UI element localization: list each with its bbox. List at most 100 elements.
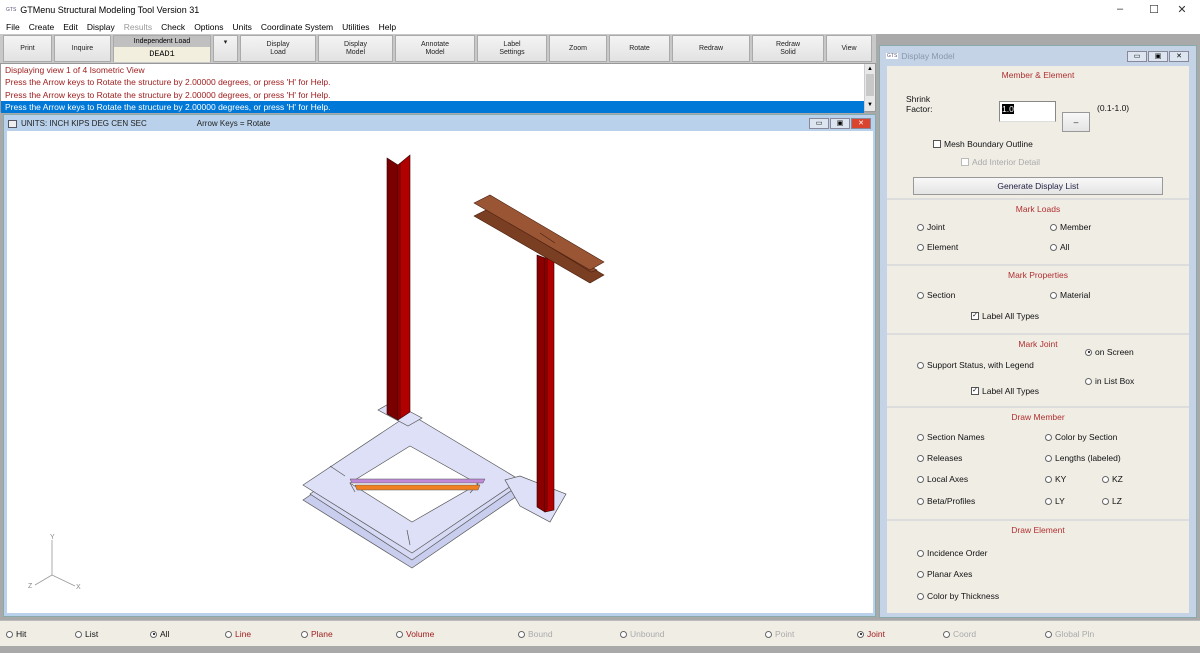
incidence-order-radio[interactable]: Incidence Order [917, 548, 987, 558]
close-icon[interactable]: ✕ [851, 118, 871, 129]
generate-display-list-button[interactable]: Generate Display List [913, 177, 1163, 195]
mode-global-pln-radio[interactable]: Global Pln [1045, 629, 1094, 639]
mode-line-radio[interactable]: Line [225, 629, 251, 639]
message-line[interactable]: Displaying view 1 of 4 Isometric View [1, 64, 875, 76]
scroll-thumb[interactable] [866, 74, 874, 96]
message-line-selected[interactable]: Press the Arrow keys to Rotate the struc… [1, 100, 864, 114]
menu-check[interactable]: Check [161, 22, 185, 32]
beta-profiles-radio[interactable]: Beta/Profiles [917, 496, 975, 506]
maximize-icon[interactable]: ☐ [1144, 3, 1164, 16]
display-model-button[interactable]: Display Model [318, 35, 393, 62]
selection-mode-bar: Hit List All Line Plane Volume Bound Unbound Poi… [0, 620, 1200, 646]
minimize-icon[interactable]: – [1110, 3, 1130, 15]
redraw-button[interactable]: Redraw [672, 35, 750, 62]
print-button[interactable]: Print [3, 35, 52, 62]
mode-unbound-radio[interactable]: Unbound [620, 629, 665, 639]
message-line[interactable]: Press the Arrow keys to Rotate the struc… [1, 89, 875, 101]
scroll-up-icon[interactable]: ▲ [865, 64, 875, 74]
color-by-thickness-radio[interactable]: Color by Thickness [917, 591, 999, 601]
frame-plate-right-column [504, 475, 567, 523]
menu-display[interactable]: Display [87, 22, 115, 32]
mark-loads-member-radio[interactable]: Member [1050, 222, 1091, 232]
mode-hit-radio[interactable]: Hit [6, 629, 26, 639]
color-by-section-radio[interactable]: Color by Section [1045, 432, 1117, 442]
option-label: Label All Types [982, 386, 1040, 396]
local-axes-radio[interactable]: Local Axes [917, 474, 968, 484]
mark-properties-label-all-checkbox[interactable]: ✓ Label All Types [971, 311, 1039, 321]
mode-coord-radio[interactable]: Coord [943, 629, 976, 639]
menu-options[interactable]: Options [194, 22, 223, 32]
mark-properties-section-radio[interactable]: Section [917, 290, 955, 300]
menu-edit[interactable]: Edit [63, 22, 78, 32]
radio-icon [917, 361, 924, 369]
releases-radio[interactable]: Releases [917, 453, 962, 463]
kz-radio[interactable]: KZ [1102, 474, 1123, 484]
inquire-button[interactable]: Inquire [54, 35, 111, 62]
scroll-down-icon[interactable]: ▼ [865, 100, 875, 110]
rotate-button[interactable]: Rotate [609, 35, 670, 62]
zoom-button[interactable]: Zoom [549, 35, 607, 62]
menu-create[interactable]: Create [29, 22, 55, 32]
mark-joint-on-screen-radio[interactable]: on Screen [1085, 347, 1134, 357]
mode-list-radio[interactable]: List [75, 629, 98, 639]
minimize-icon[interactable]: ▭ [1127, 51, 1147, 62]
radio-icon [301, 630, 308, 638]
planar-axes-radio[interactable]: Planar Axes [917, 569, 972, 579]
ky-radio[interactable]: KY [1045, 474, 1066, 484]
mark-joint-list-box-radio[interactable]: in List Box [1085, 376, 1134, 386]
label-settings-button[interactable]: Label Settings [477, 35, 547, 62]
independent-load-select[interactable]: Independent Load DEAD1 [113, 35, 211, 62]
toolbar: Print Inquire Independent Load DEAD1 ▾ D… [0, 34, 876, 63]
message-list[interactable]: Displaying view 1 of 4 Isometric View Pr… [0, 63, 876, 114]
mark-joint-support-radio[interactable]: Support Status, with Legend [917, 360, 1034, 370]
option-label: Section [927, 290, 956, 300]
section-names-radio[interactable]: Section Names [917, 432, 985, 442]
mode-bound-radio[interactable]: Bound [518, 629, 553, 639]
mark-loads-element-radio[interactable]: Element [917, 242, 958, 252]
restore-icon[interactable]: ▣ [830, 118, 850, 129]
redraw-solid-button[interactable]: Redraw Solid [752, 35, 824, 62]
mode-volume-radio[interactable]: Volume [396, 629, 434, 639]
display-model-panel: GTS Display Model ▭ ▣ ✕ Member & Element… [879, 45, 1197, 618]
mark-loads-joint-radio[interactable]: Joint [917, 222, 945, 232]
menu-coordinate-system[interactable]: Coordinate System [261, 22, 333, 32]
restore-icon[interactable]: ▣ [1148, 51, 1168, 62]
ly-radio[interactable]: LY [1045, 496, 1065, 506]
lengths-radio[interactable]: Lengths (labeled) [1045, 453, 1121, 463]
minimize-icon[interactable]: ▭ [809, 118, 829, 129]
mode-point-radio[interactable]: Point [765, 629, 794, 639]
shrink-factor-input[interactable]: 1.0 [999, 101, 1056, 122]
option-label: Material [1060, 290, 1091, 300]
close-icon[interactable]: ✕ [1169, 51, 1189, 62]
menu-help[interactable]: Help [379, 22, 396, 32]
mode-all-radio[interactable]: All [150, 629, 169, 639]
mark-joint-label-all-checkbox[interactable]: ✓ Label All Types [971, 386, 1039, 396]
model-canvas[interactable]: Y Z X [7, 131, 873, 613]
menu-file[interactable]: File [6, 22, 20, 32]
close-icon[interactable]: ✕ [1172, 3, 1192, 16]
load-value[interactable]: DEAD1 [114, 47, 210, 62]
message-scrollbar[interactable]: ▲ ▼ [864, 64, 875, 111]
arrow-keys-hint: Arrow Keys = Rotate [196, 119, 271, 128]
menu-utilities[interactable]: Utilities [342, 22, 369, 32]
view-button[interactable]: View [826, 35, 872, 62]
mark-properties-material-radio[interactable]: Material [1050, 290, 1090, 300]
mark-loads-all-radio[interactable]: All [1050, 242, 1069, 252]
option-label: KZ [1112, 474, 1123, 484]
section-heading: Mark Joint [1018, 339, 1058, 349]
lz-radio[interactable]: LZ [1102, 496, 1122, 506]
menu-units[interactable]: Units [232, 22, 251, 32]
menu-results[interactable]: Results [124, 22, 152, 32]
mode-plane-radio[interactable]: Plane [301, 629, 333, 639]
mode-joint-radio[interactable]: Joint [857, 629, 885, 639]
message-line[interactable]: Press the Arrow keys to Rotate the struc… [1, 76, 875, 88]
load-dropdown-arrow-icon[interactable]: ▾ [213, 35, 238, 62]
app-logo: GTS [6, 7, 17, 13]
left-column [386, 154, 411, 421]
shrink-apply-button[interactable]: – [1062, 112, 1090, 132]
mesh-boundary-checkbox[interactable]: Mesh Boundary Outline [933, 139, 1033, 149]
annotate-model-button[interactable]: Annotate Model [395, 35, 475, 62]
shrink-factor-label: Shrink Factor: [906, 94, 933, 114]
display-load-button[interactable]: Display Load [240, 35, 316, 62]
add-interior-detail-checkbox[interactable]: Add Interior Detail [961, 157, 1040, 167]
